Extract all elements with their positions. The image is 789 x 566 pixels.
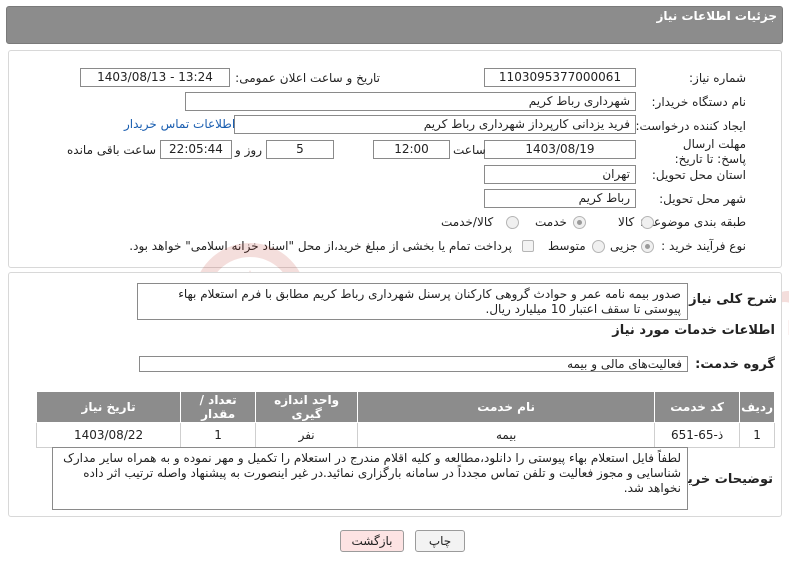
col-quantity: تعداد / مقدار (180, 391, 257, 423)
treasury-checkbox[interactable] (522, 240, 534, 252)
services-table-header: ردیف کد خدمت نام خدمت واحد اندازه گیری ت… (35, 391, 775, 423)
col-service-name: نام خدمت (357, 391, 656, 423)
cell-unit: نفر (255, 422, 359, 448)
service-group-field[interactable]: فعالیت‌های مالی و بیمه (139, 356, 688, 372)
creator-label: ایجاد کننده درخواست: (635, 119, 746, 133)
buyer-contact-link[interactable]: اطلاعات تماس خریدار (124, 117, 235, 131)
remaining-label: ساعت باقی مانده (67, 143, 157, 157)
cell-service-code: ذ-65-651 (654, 422, 741, 448)
category-option-goods: کالا (618, 215, 635, 229)
col-row: ردیف (739, 391, 775, 423)
days-label: روز و (235, 143, 262, 157)
category-radio-goods-service[interactable] (506, 216, 519, 229)
process-option-minor: جزیی (610, 239, 638, 253)
category-radio-service[interactable] (573, 216, 586, 229)
cell-service-name: بیمه (357, 422, 656, 448)
cell-quantity: 1 (180, 422, 257, 448)
city-field[interactable]: رباط کریم (484, 189, 636, 208)
process-option-medium: متوسط (548, 239, 586, 253)
col-unit: واحد اندازه گیری (255, 391, 359, 423)
need-number-field[interactable]: 1103095377000061 (484, 68, 636, 87)
category-option-service: خدمت (535, 215, 567, 229)
back-button[interactable]: بازگشت (340, 530, 404, 552)
summary-text[interactable]: صدور بیمه نامه عمر و حوادث گروهی کارکنان… (137, 283, 688, 320)
province-field[interactable]: تهران (484, 165, 636, 184)
services-section-title: اطلاعات خدمات مورد نیاز (612, 323, 775, 338)
col-need-date: تاریخ نیاز (35, 391, 182, 423)
deadline-time-label: ساعت (453, 143, 486, 157)
announce-date-field[interactable]: 1403/08/13 - 13:24 (80, 68, 230, 87)
need-number-label: شماره نیاز: (689, 71, 746, 85)
announce-date-label: تاریخ و ساعت اعلان عمومی: (235, 71, 380, 85)
province-label: استان محل تحویل: (651, 168, 746, 182)
category-radio-goods[interactable] (641, 216, 654, 229)
city-label: شهر محل تحویل: (659, 192, 746, 206)
cell-need-date: 1403/08/22 (35, 422, 182, 448)
services-table: ردیف کد خدمت نام خدمت واحد اندازه گیری ت… (35, 391, 775, 448)
deadline-time-field[interactable]: 12:00 (373, 140, 450, 159)
buyer-notes-text[interactable]: لطفاً فایل استعلام بهاء پیوستی را دانلود… (52, 447, 688, 510)
process-label: نوع فرآیند خرید : (661, 239, 746, 253)
col-service-code: کد خدمت (654, 391, 741, 423)
page-title: جزئیات اطلاعات نیاز (656, 9, 777, 23)
summary-label: شرح کلی نیاز: (683, 292, 777, 307)
category-option-goods-service: کالا/خدمت (441, 215, 494, 229)
table-row: 1 ذ-65-651 بیمه نفر 1 1403/08/22 (35, 422, 775, 448)
creator-field[interactable]: فرید یزدانی کارپرداز شهرداری رباط کریم (234, 115, 636, 134)
cell-row: 1 (739, 422, 775, 448)
category-label: طبقه بندی موضوعی: (639, 215, 746, 229)
remaining-time-field[interactable]: 22:05:44 (160, 140, 232, 159)
days-count-field[interactable]: 5 (266, 140, 334, 159)
process-radio-medium[interactable] (592, 240, 605, 253)
print-button[interactable]: چاپ (415, 530, 465, 552)
deadline-label: مهلت ارسال پاسخ: تا تاریخ: (674, 137, 746, 166)
process-radio-minor[interactable] (641, 240, 654, 253)
buyer-org-field[interactable]: شهرداری رباط کریم (185, 92, 636, 111)
deadline-date-field[interactable]: 1403/08/19 (484, 140, 636, 159)
service-group-label: گروه خدمت: (695, 357, 775, 372)
buyer-org-label: نام دستگاه خریدار: (651, 95, 747, 109)
treasury-note: پرداخت تمام یا بخشی از مبلغ خرید،از محل … (129, 239, 512, 253)
